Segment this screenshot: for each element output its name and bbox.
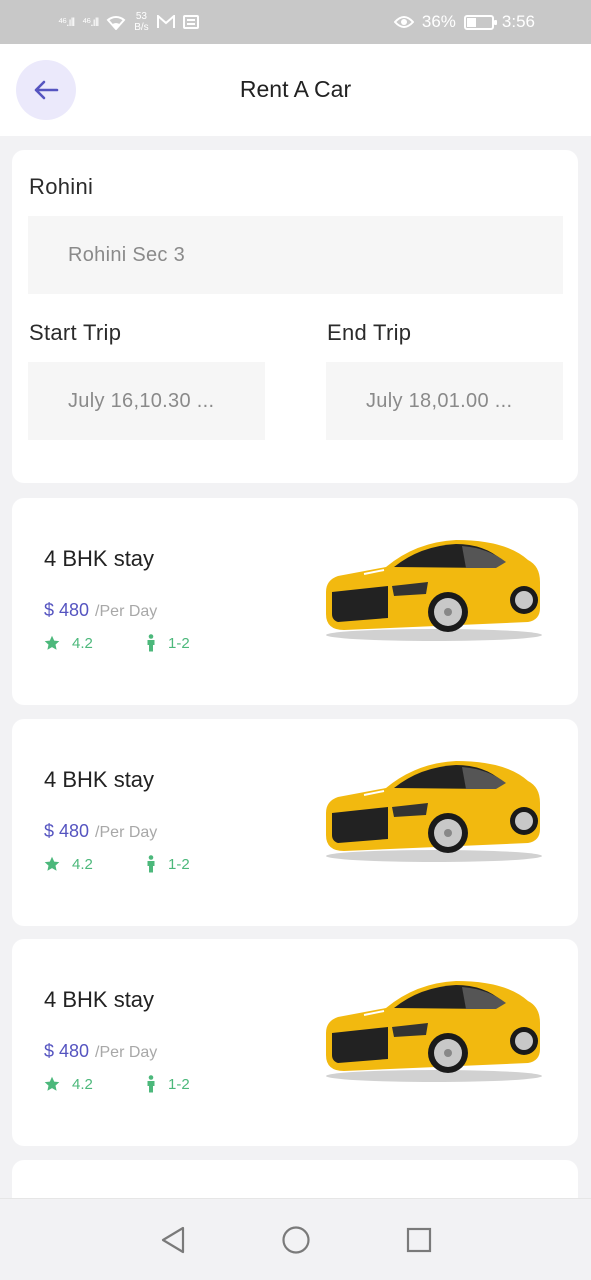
status-left: ⁴⁶.ıll ⁴⁶.ıll 53 B/s xyxy=(58,11,199,33)
location-field[interactable]: Rohini Sec 3 xyxy=(28,216,563,294)
location-label: Rohini xyxy=(29,174,94,199)
battery-percent: 36% xyxy=(421,12,456,31)
car-card[interactable]: 4 BHK stay $ 480 /Per Day 4.2 1-2 xyxy=(12,719,578,926)
signal-2-icon: ⁴⁶.ıll xyxy=(82,15,99,29)
network-speed-value: 53 xyxy=(135,11,147,22)
start-trip-value: July 16,10.30 ... xyxy=(68,389,215,412)
price-row: $ 480 /Per Day xyxy=(44,1041,157,1062)
start-trip-label: Start Trip xyxy=(29,320,122,345)
triangle-back-icon[interactable] xyxy=(159,1225,187,1255)
seats-value: 1-2 xyxy=(168,1075,190,1093)
car-image xyxy=(326,981,542,1082)
booking-card: Rohini Rohini Sec 3 Start Trip July 16,1… xyxy=(12,150,578,483)
clock: 3:56 xyxy=(501,12,535,31)
price-row: $ 480 /Per Day xyxy=(44,600,157,621)
circle-home-icon[interactable] xyxy=(281,1225,311,1255)
gmail-icon xyxy=(156,15,175,28)
battery-icon xyxy=(463,14,497,30)
rating-value: 4.2 xyxy=(72,1075,93,1093)
star-icon xyxy=(44,635,60,650)
wifi-icon xyxy=(106,16,126,30)
star-icon xyxy=(44,1076,60,1091)
status-bar: ⁴⁶.ıll ⁴⁶.ıll 53 B/s 36% 3:56 xyxy=(0,0,591,44)
end-trip-label: End Trip xyxy=(327,320,412,345)
person-icon xyxy=(147,855,155,873)
car-name: 4 BHK stay xyxy=(44,767,155,792)
eye-comfort-icon xyxy=(393,16,414,28)
end-trip-field[interactable]: July 18,01.00 ... xyxy=(326,362,563,440)
signal-1-icon: ⁴⁶.ıll xyxy=(58,15,75,29)
car-card[interactable]: 4 BHK stay $ 480 /Per Day 4.2 1-2 xyxy=(12,498,578,705)
car-rating: 4.2 xyxy=(44,635,146,652)
price-unit: /Per Day xyxy=(95,603,158,620)
car-meta: 4.2 1-2 xyxy=(44,634,190,652)
car-meta: 4.2 1-2 xyxy=(44,855,190,873)
price-unit: /Per Day xyxy=(95,824,158,841)
car-seats: 1-2 xyxy=(146,634,190,652)
square-recents-icon[interactable] xyxy=(405,1226,433,1254)
star-icon xyxy=(44,856,60,871)
car-name: 4 BHK stay xyxy=(44,987,155,1012)
car-name: 4 BHK stay xyxy=(44,546,155,571)
car-seats: 1-2 xyxy=(146,1075,190,1093)
car-rating: 4.2 xyxy=(44,1076,146,1093)
car-price: $ 480 xyxy=(44,600,90,620)
message-icon xyxy=(182,15,199,29)
person-icon xyxy=(147,1075,155,1093)
page-title: Rent A Car xyxy=(239,76,352,102)
network-speed: 53 B/s xyxy=(134,11,148,33)
rating-value: 4.2 xyxy=(72,855,93,873)
location-value: Rohini Sec 3 xyxy=(68,243,185,266)
rating-value: 4.2 xyxy=(72,634,93,652)
start-trip-field[interactable]: July 16,10.30 ... xyxy=(28,362,265,440)
person-icon xyxy=(147,634,155,652)
system-nav-bar xyxy=(0,1198,591,1280)
car-image xyxy=(326,540,542,641)
car-meta: 4.2 1-2 xyxy=(44,1075,190,1093)
app-header: Rent A Car xyxy=(0,44,591,136)
car-image xyxy=(326,761,542,862)
car-rating: 4.2 xyxy=(44,856,146,873)
seats-value: 1-2 xyxy=(168,634,190,652)
car-price: $ 480 xyxy=(44,1041,90,1061)
car-seats: 1-2 xyxy=(146,855,190,873)
price-row: $ 480 /Per Day xyxy=(44,821,157,842)
price-unit: /Per Day xyxy=(95,1044,158,1061)
car-price: $ 480 xyxy=(44,821,90,841)
seats-value: 1-2 xyxy=(168,855,190,873)
end-trip-value: July 18,01.00 ... xyxy=(366,389,513,412)
network-speed-unit: B/s xyxy=(134,22,149,33)
car-card[interactable]: 4 BHK stay $ 480 /Per Day 4.2 1-2 xyxy=(12,939,578,1146)
battery-fill xyxy=(466,17,477,27)
status-right: 36% 3:56 xyxy=(393,12,535,32)
